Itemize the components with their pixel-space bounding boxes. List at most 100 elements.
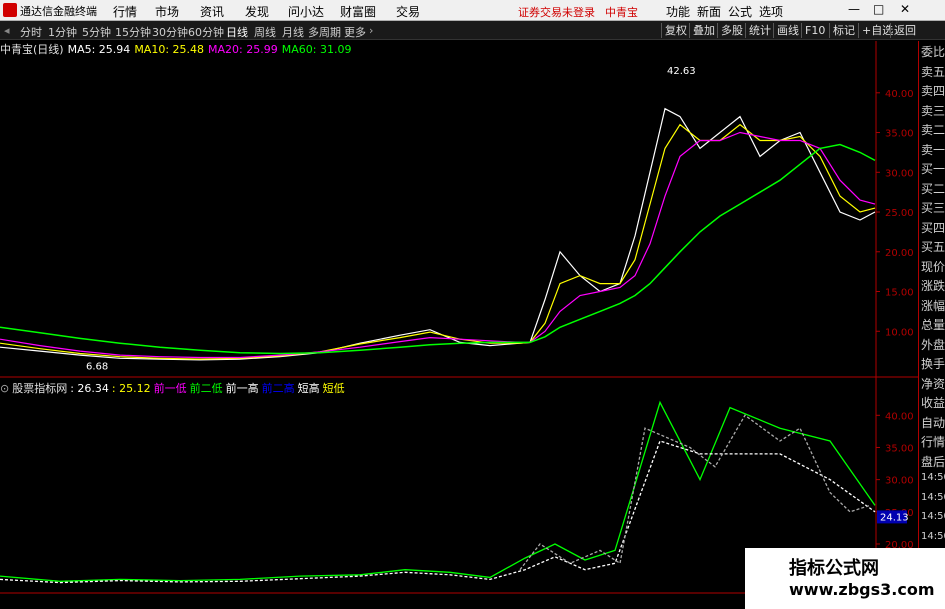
menu-item-wealth[interactable]: 财富圈 xyxy=(340,3,376,20)
app-title: 通达信金融终端 xyxy=(20,5,97,18)
statistics-button[interactable]: 统计 xyxy=(745,23,774,38)
chart-grid xyxy=(0,41,918,609)
main-chart-header: 中青宝(日线) MA5: 25.94 MA10: 25.48 MA20: 25.99 M… xyxy=(0,41,355,56)
login-status: 证券交易未登录 xyxy=(518,6,595,19)
price-tick-label: 25.00 xyxy=(885,208,914,219)
side-panel-label: 净资 xyxy=(921,376,945,391)
period-daily[interactable]: 日线 xyxy=(226,24,248,40)
menu-item-quotes[interactable]: 行情 xyxy=(113,3,137,20)
menu-new-page[interactable]: 新面 xyxy=(697,3,721,20)
f10-button[interactable]: F10 xyxy=(801,23,828,38)
period-multi[interactable]: 多周期 xyxy=(308,24,341,40)
side-panel-label: 现价 xyxy=(921,259,945,274)
ma60-label: MA60: 31.09 xyxy=(281,43,352,56)
menu-item-wenxiaoda[interactable]: 问小达 xyxy=(288,3,324,20)
period-15min[interactable]: 15分钟 xyxy=(115,24,151,40)
side-panel-label: 盘后 xyxy=(921,454,945,469)
period-30min[interactable]: 30分钟 xyxy=(152,24,188,40)
menu-bar: 通达信金融终端 行情 市场 资讯 发现 问小达 财富圈 交易 证券交易未登录 中青… xyxy=(0,0,945,21)
period-weekly[interactable]: 周线 xyxy=(254,24,276,40)
side-panel-label: 买三 xyxy=(921,201,945,215)
overlay-button[interactable]: 叠加 xyxy=(689,23,718,38)
indicator-header: ⊙ 股票指标网: 26.34: 25.12 前一低 前二低 前一高 前二高 短高 短低 xyxy=(0,380,348,395)
side-panel-label: 14:50 xyxy=(921,511,945,522)
ma10-label: MA10: 25.48 xyxy=(134,43,205,56)
price-tick-label: 40.00 xyxy=(885,89,914,100)
period-more[interactable]: 更多 xyxy=(344,24,366,40)
side-panel-label: 14:50 xyxy=(921,472,945,483)
last-value-label: 24.13 xyxy=(880,512,909,523)
period-1min[interactable]: 1分钟 xyxy=(48,24,77,40)
legend-short-low: 短低 xyxy=(322,382,345,395)
restore-icon[interactable]: □ xyxy=(873,2,884,16)
multi-stock-button[interactable]: 多股 xyxy=(717,23,746,38)
side-panel-label: 买四 xyxy=(921,220,945,235)
quote-side-panel: 委比 卖五 卖四 卖三 卖二 卖一 买一 买二 买三 买四 买五 现价 涨跌 涨幅 总量 外盘 换手 净资 收益 自动… xyxy=(918,41,945,609)
indicator-line-prev-low-2 xyxy=(0,440,876,584)
indicator-panel xyxy=(0,400,876,584)
ma-line-ma10 xyxy=(0,123,876,360)
app-logo-icon xyxy=(3,3,17,17)
menu-item-discover[interactable]: 发现 xyxy=(245,3,269,20)
side-panel-label: 卖三 xyxy=(921,103,945,118)
side-panel-label: 行情 xyxy=(921,435,945,449)
side-panel-label: 卖五 xyxy=(921,64,945,79)
side-panel-label: 卖四 xyxy=(921,84,945,98)
price-axis: 10.0015.0020.0025.0030.0035.0040.0020.00… xyxy=(876,89,914,551)
side-panel-label: 卖二 xyxy=(921,123,945,137)
toolbar-toggle-icon[interactable]: ◂ xyxy=(4,24,10,37)
side-panel-label: 总量 xyxy=(921,318,945,332)
menu-item-news[interactable]: 资讯 xyxy=(200,3,224,20)
ma20-label: MA20: 25.99 xyxy=(208,43,278,56)
menu-function[interactable]: 功能 xyxy=(666,3,690,20)
watermark: 指标公式网 www.zbgs3.com xyxy=(745,548,945,609)
price-tick-label: 15.00 xyxy=(885,288,914,299)
menu-formula[interactable]: 公式 xyxy=(728,3,752,20)
price-tick-label: 35.00 xyxy=(885,129,914,140)
back-button[interactable]: 返回 xyxy=(890,23,919,38)
stock-name: 中青宝 xyxy=(605,6,638,19)
price-annotation: 6.68 xyxy=(86,362,108,373)
mark-button[interactable]: 标记 xyxy=(829,23,858,38)
menu-options[interactable]: 选项 xyxy=(759,3,783,20)
price-tick-label: 10.00 xyxy=(885,327,914,338)
draw-line-button[interactable]: 画线 xyxy=(773,23,802,38)
menu-item-market[interactable]: 市场 xyxy=(155,3,179,20)
ma5-label: MA5: 25.94 xyxy=(67,43,131,56)
side-panel-label: 卖一 xyxy=(921,142,945,157)
legend-short-high: 短高 xyxy=(297,382,320,395)
period-60min[interactable]: 60分钟 xyxy=(188,24,224,40)
close-icon[interactable]: ✕ xyxy=(900,2,910,16)
price-annotation: 42.63 xyxy=(667,66,696,77)
period-5min[interactable]: 5分钟 xyxy=(82,24,111,40)
side-panel-label: 委比 xyxy=(921,45,945,59)
indicator-value-2: : 25.12 xyxy=(111,382,151,395)
legend-prev-low-2: 前二低 xyxy=(189,382,223,395)
indicator-tick-label: 30.00 xyxy=(885,476,914,487)
minimize-icon[interactable]: — xyxy=(848,2,860,16)
period-timeshare[interactable]: 分时 xyxy=(20,24,42,40)
price-tick-label: 30.00 xyxy=(885,168,914,179)
restore-rights-button[interactable]: 复权 xyxy=(661,23,690,38)
indicator-value-1: : 26.34 xyxy=(70,382,109,395)
side-panel-label: 自动 xyxy=(921,415,945,430)
watermark-url: www.zbgs3.com xyxy=(789,580,935,599)
price-tick-label: 20.00 xyxy=(885,248,914,259)
side-panel-label: 买五 xyxy=(921,240,945,254)
ma-line-ma5 xyxy=(0,107,876,361)
chevron-right-icon[interactable]: › xyxy=(369,24,373,37)
kline-chart[interactable]: 42.63 6.68 10.00 15.00 20.00 25.00 30.00 35.00… xyxy=(0,41,918,609)
period-monthly[interactable]: 月线 xyxy=(282,24,304,40)
period-toolbar: ◂ 分时 1分钟 5分钟 15分钟 30分钟 60分钟 日线 周线 月线 多周期… xyxy=(0,21,945,40)
side-panel-label: 14:50 xyxy=(921,530,945,542)
indicator-gear-icon[interactable]: ⊙ xyxy=(0,382,9,395)
chart-title: 中青宝(日线) xyxy=(0,43,64,56)
indicator-tick-label: 35.00 xyxy=(885,443,914,454)
side-panel-label: 14:50 xyxy=(921,491,945,503)
ma-line-ma20 xyxy=(0,131,876,359)
legend-prev-high-1: 前一高 xyxy=(225,382,259,395)
menu-item-trade[interactable]: 交易 xyxy=(396,3,420,20)
legend-prev-low-1: 前一低 xyxy=(153,382,187,395)
main-price-panel: 42.63 6.68 xyxy=(0,66,876,373)
side-panel-label: 收益 xyxy=(921,396,945,410)
